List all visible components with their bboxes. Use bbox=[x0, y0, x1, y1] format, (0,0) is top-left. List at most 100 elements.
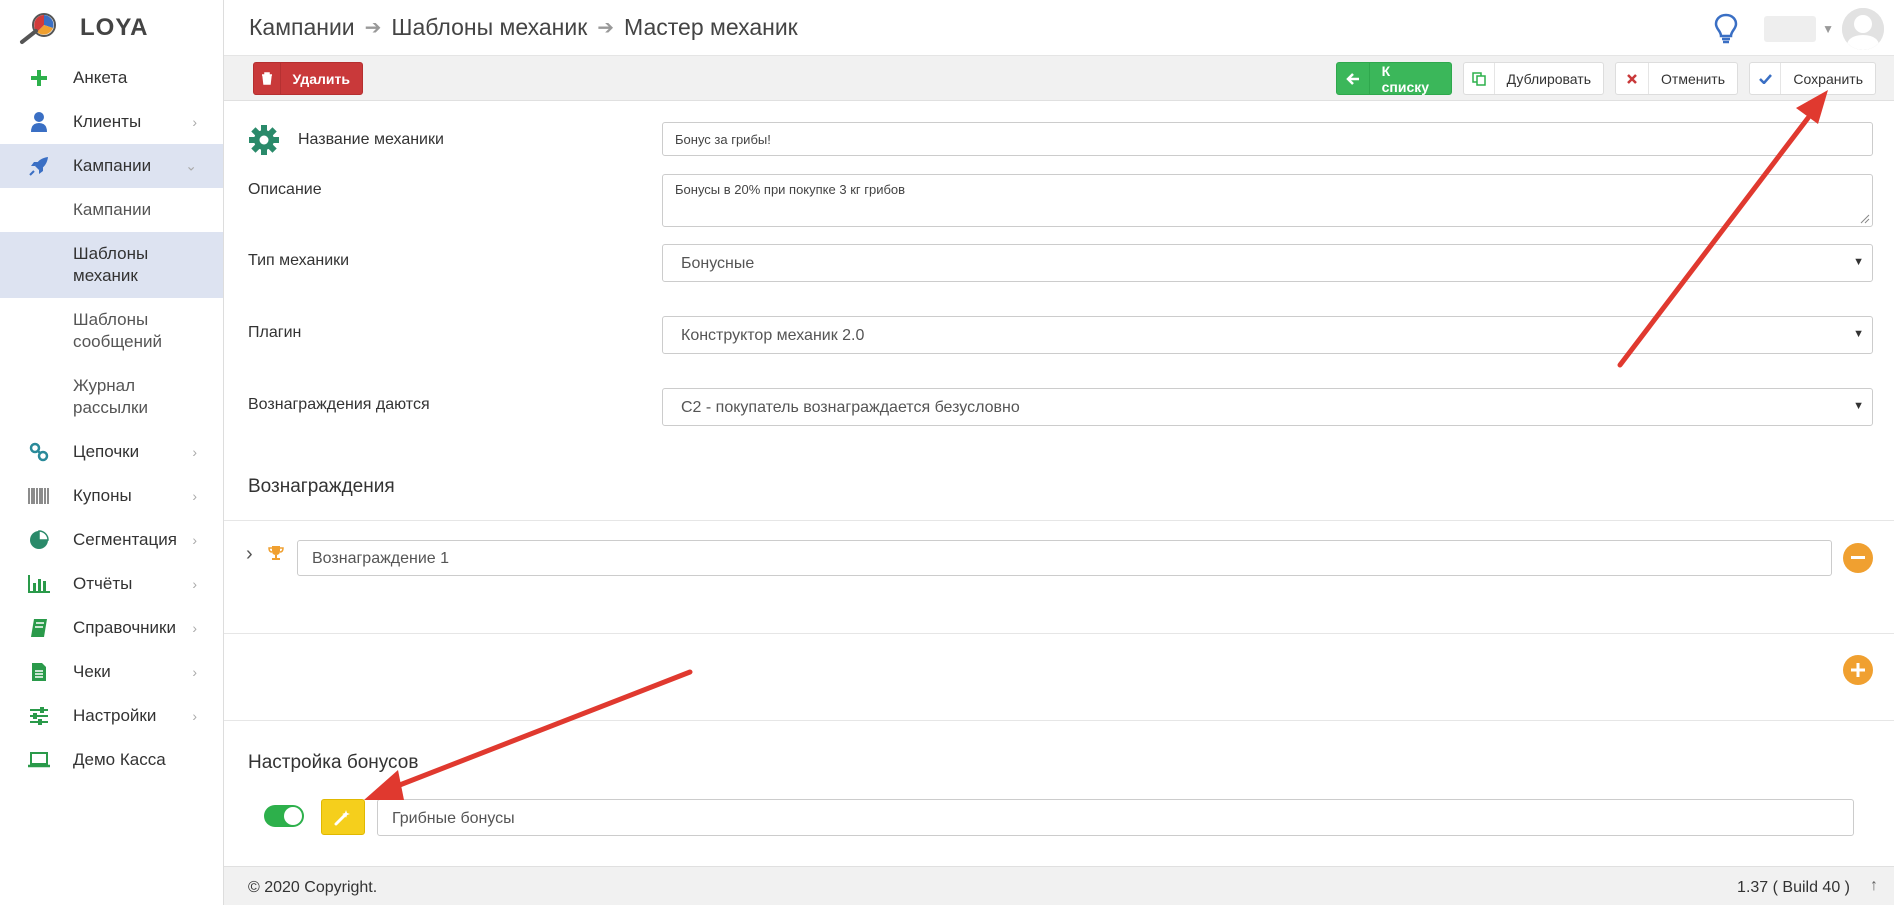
delete-button[interactable]: Удалить bbox=[253, 62, 363, 95]
mechanic-name-input[interactable]: Бонус за грибы! bbox=[662, 122, 1873, 156]
chevron-right-icon[interactable]: › bbox=[246, 543, 253, 566]
annotation-arrow-to-wand bbox=[364, 669, 693, 800]
toggle-knob bbox=[284, 807, 302, 825]
sidebar-subitem-mechanic-templates[interactable]: Шаблоны механик bbox=[0, 232, 223, 298]
chevron-right-icon: › bbox=[192, 620, 197, 636]
logo[interactable]: LOYA bbox=[0, 0, 223, 56]
plugin-select[interactable]: Конструктор механик 2.0 bbox=[662, 316, 1873, 354]
sidebar-subitem-campaigns[interactable]: Кампании bbox=[0, 188, 223, 232]
reward-name-input[interactable]: Вознаграждение 1 bbox=[297, 540, 1832, 576]
rewards-given-label: Вознаграждения даются bbox=[248, 396, 430, 413]
copy-icon bbox=[1464, 63, 1495, 94]
add-reward-button[interactable] bbox=[1843, 655, 1873, 685]
magic-wand-button[interactable] bbox=[321, 799, 365, 835]
sidebar-item-coupons[interactable]: Купоны › bbox=[0, 474, 223, 518]
lightbulb-icon[interactable] bbox=[1714, 13, 1738, 45]
mechanic-type-select[interactable]: Бонусные bbox=[662, 244, 1873, 282]
header-user-area: ▼ bbox=[1714, 8, 1884, 50]
sidebar-item-segmentation[interactable]: Сегментация › bbox=[0, 518, 223, 562]
chevron-right-icon: › bbox=[192, 488, 197, 504]
duplicate-button[interactable]: Дублировать bbox=[1463, 62, 1604, 95]
sidebar-subitem-mailing-log[interactable]: Журнал рассылки bbox=[0, 364, 223, 430]
sidebar-subitem-message-templates[interactable]: Шаблоны сообщений bbox=[0, 298, 223, 364]
bonus-enabled-toggle[interactable] bbox=[264, 805, 304, 827]
sidebar-item-reports[interactable]: Отчёты › bbox=[0, 562, 223, 606]
breadcrumb-item: Мастер механик bbox=[624, 14, 798, 40]
sidebar-item-directories[interactable]: Справочники › bbox=[0, 606, 223, 650]
laptop-icon bbox=[28, 749, 50, 771]
sidebar-item-label: Настройки bbox=[73, 706, 157, 725]
check-icon bbox=[1750, 63, 1782, 94]
bonus-name-input[interactable]: Грибные бонусы bbox=[377, 799, 1854, 836]
chevron-down-icon: ⌄ bbox=[185, 157, 197, 174]
version-text: 1.37 ( Build 40 ) bbox=[1737, 879, 1850, 896]
sidebar-item-label: Цепочки bbox=[73, 442, 140, 461]
book-icon bbox=[28, 617, 50, 639]
save-button[interactable]: Сохранить bbox=[1749, 62, 1876, 95]
sidebar-item-receipts[interactable]: Чеки › bbox=[0, 650, 223, 694]
sidebar-item-anketa[interactable]: Анкета bbox=[0, 56, 223, 100]
caret-down-icon[interactable]: ▼ bbox=[1822, 22, 1834, 36]
copyright-text: © 2020 Copyright. bbox=[248, 879, 378, 896]
breadcrumb-item[interactable]: Кампании bbox=[249, 14, 355, 41]
sidebar: LOYA Анкета Клиенты › Кампании ⌄ Кампани… bbox=[0, 0, 224, 905]
sidebar-item-campaigns[interactable]: Кампании ⌄ bbox=[0, 144, 223, 188]
duplicate-button-label: Дублировать bbox=[1506, 70, 1591, 87]
sidebar-item-settings[interactable]: Настройки › bbox=[0, 694, 223, 738]
link-icon bbox=[28, 441, 50, 463]
sidebar-item-label: Анкета bbox=[73, 68, 128, 87]
delete-button-label: Удалить bbox=[292, 70, 350, 87]
remove-reward-button[interactable] bbox=[1843, 543, 1873, 573]
chevron-right-icon: › bbox=[192, 576, 197, 592]
user-icon bbox=[28, 111, 50, 133]
loya-logo-icon bbox=[20, 13, 56, 44]
save-button-label: Сохранить bbox=[1793, 70, 1863, 87]
bonus-settings-title: Настройка бонусов bbox=[248, 752, 419, 773]
sidebar-item-label: Чеки bbox=[73, 662, 111, 681]
barcode-icon bbox=[28, 485, 50, 507]
sidebar-item-label: Справочники bbox=[73, 618, 176, 637]
plus-icon bbox=[1851, 663, 1865, 677]
description-textarea[interactable]: Бонусы в 20% при покупке 3 кг грибов bbox=[662, 174, 1873, 227]
top-header: Кампании ➔ Шаблоны механик ➔ Мастер меха… bbox=[224, 0, 1894, 56]
breadcrumb-item[interactable]: Шаблоны механик bbox=[391, 14, 587, 41]
back-to-list-label: К списку bbox=[1381, 62, 1430, 95]
chevron-right-icon: › bbox=[192, 114, 197, 130]
avatar[interactable] bbox=[1842, 8, 1884, 50]
close-icon bbox=[1616, 63, 1650, 94]
cancel-button-label: Отменить bbox=[1661, 70, 1725, 87]
sidebar-item-label: Отчёты bbox=[73, 574, 133, 593]
scroll-to-top-icon[interactable]: ↑ bbox=[1870, 877, 1878, 895]
sidebar-nav: Анкета Клиенты › Кампании ⌄ Кампании Шаб… bbox=[0, 56, 223, 782]
breadcrumb: Кампании ➔ Шаблоны механик ➔ Мастер меха… bbox=[249, 14, 798, 41]
chevron-right-icon: › bbox=[192, 444, 197, 460]
sidebar-subitem-label: Шаблоны сообщений bbox=[73, 310, 162, 351]
cancel-button[interactable]: Отменить bbox=[1615, 62, 1738, 95]
magic-wand-icon bbox=[334, 810, 350, 826]
sidebar-subitem-label: Шаблоны механик bbox=[73, 244, 149, 285]
description-label: Описание bbox=[248, 181, 322, 198]
sidebar-item-label: Сегментация bbox=[73, 530, 177, 549]
footer: © 2020 Copyright. 1.37 ( Build 40 ) ↑ bbox=[224, 866, 1894, 905]
back-to-list-button[interactable]: К списку bbox=[1336, 62, 1452, 95]
arrow-left-icon bbox=[1337, 63, 1370, 94]
user-name[interactable] bbox=[1764, 16, 1817, 42]
pie-chart-icon bbox=[28, 529, 50, 551]
sliders-icon bbox=[28, 705, 50, 727]
divider bbox=[224, 720, 1894, 721]
arrow-right-icon: ➔ bbox=[597, 17, 615, 39]
sidebar-subitem-label: Кампании bbox=[73, 200, 152, 219]
arrow-right-icon: ➔ bbox=[364, 17, 382, 39]
minus-icon bbox=[1851, 556, 1865, 559]
resize-handle-icon[interactable] bbox=[1860, 214, 1870, 224]
bar-chart-icon bbox=[28, 573, 50, 595]
rewards-given-select[interactable]: C2 - покупатель вознаграждается безуслов… bbox=[662, 388, 1873, 426]
sidebar-item-demo-cash[interactable]: Демо Касса bbox=[0, 738, 223, 782]
chevron-right-icon: › bbox=[192, 532, 197, 548]
sidebar-item-chains[interactable]: Цепочки › bbox=[0, 430, 223, 474]
sidebar-item-label: Демо Касса bbox=[73, 750, 166, 769]
logo-text: LOYA bbox=[80, 14, 149, 41]
sidebar-item-clients[interactable]: Клиенты › bbox=[0, 100, 223, 144]
plus-icon bbox=[28, 67, 50, 89]
trash-icon bbox=[254, 63, 281, 94]
